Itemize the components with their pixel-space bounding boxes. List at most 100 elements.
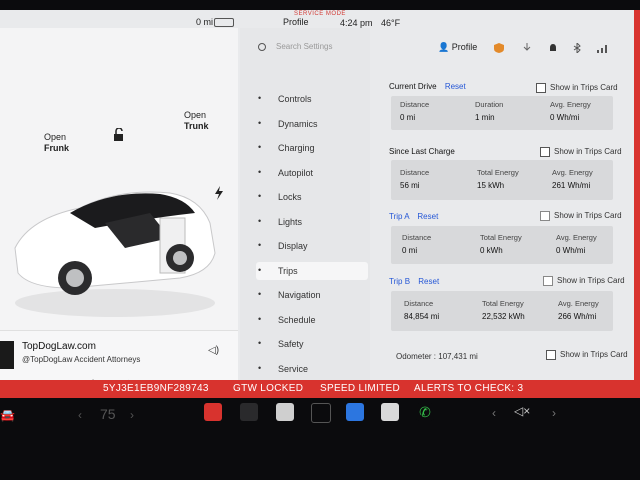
search-icon	[258, 43, 266, 51]
stat-avg-energy: Avg. Energy 261 Wh/mi	[552, 168, 593, 190]
menu-item-safety[interactable]: • Safety	[256, 335, 368, 353]
outside-temp: 46°F	[381, 18, 401, 28]
wrench-icon: •	[258, 362, 262, 373]
menu-item-label: Autopilot	[278, 167, 314, 178]
temp-up-icon[interactable]: ›	[130, 408, 134, 422]
menu-item-label: Trips	[278, 265, 298, 276]
current-drive-show-checkbox[interactable]: Show in Trips Card	[536, 83, 618, 93]
menu-item-label: Dynamics	[278, 118, 318, 129]
clock: 4:24 pm	[340, 18, 373, 28]
odometer-readout: 0 mi	[196, 17, 214, 27]
volume-up-icon[interactable]: ›	[552, 406, 556, 420]
show-label: Show in Trips Card	[557, 276, 625, 286]
menu-item-label: Controls	[278, 94, 312, 104]
trunk-label-2: Trunk	[184, 121, 209, 131]
album-art	[0, 341, 14, 369]
trip-a-header: Trip A Reset	[389, 212, 438, 221]
trip-b-header: Trip B Reset	[389, 277, 439, 286]
service-wrench-icon[interactable]	[204, 403, 222, 421]
checkbox-checked-icon	[536, 83, 546, 93]
stat-distance: Distance 56 mi	[400, 168, 430, 190]
checkbox-checked-icon	[546, 350, 556, 360]
show-label: Show in Trips Card	[554, 211, 622, 221]
since-charge-stats: Distance 56 mi Total Energy 15 kWh Avg. En…	[391, 160, 613, 200]
menu-item-lights[interactable]: • Lights	[256, 213, 368, 231]
bluetooth-app-icon[interactable]	[346, 403, 364, 421]
stat-avg-energy: Avg. Energy 266 Wh/mi	[558, 299, 599, 321]
current-drive-reset-button[interactable]: Reset	[445, 82, 466, 91]
dock-bar: 🚘 ‹ 75 › ✆ ‹ ◁× ›	[0, 398, 640, 480]
menu-item-autopilot[interactable]: • Autopilot	[256, 164, 368, 182]
menu-item-navigation[interactable]: • Navigation	[256, 286, 368, 304]
profile-tab[interactable]: 👤 Profile	[438, 42, 477, 53]
alerts-count[interactable]: ALERTS TO CHECK: 3	[414, 383, 523, 394]
stat-distance: Distance 0 mi	[402, 233, 432, 255]
trip-a-title: Trip A	[389, 212, 410, 221]
speed-status: SPEED LIMITED	[320, 383, 401, 394]
menu-item-locks[interactable]: • Locks	[256, 188, 368, 206]
trip-a-stats: Distance 0 mi Total Energy 0 kWh Avg. Ener…	[391, 226, 613, 264]
menu-item-charging[interactable]: • Charging	[256, 139, 368, 157]
search-input[interactable]: Search Settings	[276, 42, 332, 51]
stat-duration: Duration 1 min	[475, 100, 504, 122]
more-apps-icon[interactable]	[240, 403, 258, 421]
clock-icon: •	[258, 313, 262, 324]
stat-total-energy: Total Energy 15 kWh	[477, 168, 519, 190]
menu-item-schedule[interactable]: • Schedule	[256, 311, 368, 329]
temp-down-icon[interactable]: ‹	[78, 408, 82, 422]
alert-bar: 5YJ3E1EB9NF289743 GTW LOCKED SPEED LIMIT…	[0, 380, 634, 398]
signal-icon	[597, 45, 607, 53]
trip-a-show-checkbox[interactable]: Show in Trips Card	[540, 211, 622, 221]
current-drive-title: Current Drive	[389, 82, 437, 91]
phone-icon[interactable]: ✆	[416, 403, 434, 421]
odometer-show-checkbox[interactable]: Show in Trips Card	[546, 350, 628, 360]
manual-icon[interactable]	[276, 403, 294, 421]
menu-item-label: Charging	[278, 143, 315, 153]
tesla-screen: 0 mi SERVICE MODE Profile 4:24 pm 46°F O…	[0, 10, 640, 398]
stat-avg-energy: Avg. Energy 0 Wh/mi	[556, 233, 597, 255]
trip-b-reset-button[interactable]: Reset	[418, 277, 439, 286]
download-icon[interactable]	[522, 43, 532, 53]
car-icon: •	[258, 117, 262, 128]
menu-item-label: Schedule	[278, 314, 316, 325]
checkbox-unchecked-icon	[543, 276, 553, 286]
vin-label: 5YJ3E1EB9NF289743	[103, 383, 209, 394]
current-drive-header: Current Drive Reset	[389, 82, 466, 91]
frunk-label-2: Frunk	[44, 143, 70, 153]
menu-item-display[interactable]: • Display	[256, 237, 368, 255]
calendar-icon[interactable]	[381, 403, 399, 421]
stat-distance: Distance 0 mi	[400, 100, 430, 122]
shield-icon[interactable]	[494, 43, 504, 53]
since-charge-show-checkbox[interactable]: Show in Trips Card	[540, 147, 622, 157]
trip-a-reset-button[interactable]: Reset	[417, 212, 438, 221]
lock-icon: •	[258, 191, 262, 201]
media-title: TopDogLaw.com	[22, 341, 96, 352]
trip-b-stats: Distance 84,854 mi Total Energy 22,532 kWh…	[391, 291, 613, 331]
menu-item-controls[interactable]: • Controls	[256, 90, 368, 108]
mute-icon[interactable]: ◁×	[514, 404, 530, 418]
open-trunk-button[interactable]: Open Trunk	[184, 110, 209, 132]
bluetooth-icon[interactable]	[572, 43, 582, 53]
menu-item-dynamics[interactable]: • Dynamics	[256, 115, 368, 133]
menu-item-label: Lights	[278, 216, 303, 227]
since-last-charge-title: Since Last Charge	[389, 147, 455, 156]
route-icon: •	[258, 264, 262, 275]
volume-down-icon[interactable]: ‹	[492, 406, 496, 420]
bell-icon[interactable]	[548, 43, 558, 53]
checkbox-checked-icon	[540, 147, 550, 157]
show-label: Show in Trips Card	[560, 350, 628, 360]
menu-item-trips[interactable]: • Trips	[256, 261, 368, 280]
trunk-label-1: Open	[184, 110, 207, 120]
profile-tab-label: Profile	[451, 42, 478, 52]
unlock-icon[interactable]	[112, 128, 126, 142]
profile-button[interactable]: Profile	[283, 17, 309, 27]
fan-icon[interactable]	[311, 403, 331, 423]
menu-item-service[interactable]: • Service	[256, 360, 368, 378]
trip-b-show-checkbox[interactable]: Show in Trips Card	[543, 276, 625, 286]
open-frunk-button[interactable]: Open Frunk	[44, 132, 69, 154]
odometer-total: Odometer : 107,431 mi	[396, 352, 478, 361]
cabin-temp[interactable]: 75	[100, 406, 116, 422]
volume-icon[interactable]: ◁)	[208, 345, 219, 356]
car-icon[interactable]: 🚘	[0, 408, 15, 422]
current-drive-stats: Distance 0 mi Duration 1 min Avg. Energy 0 …	[391, 96, 613, 130]
